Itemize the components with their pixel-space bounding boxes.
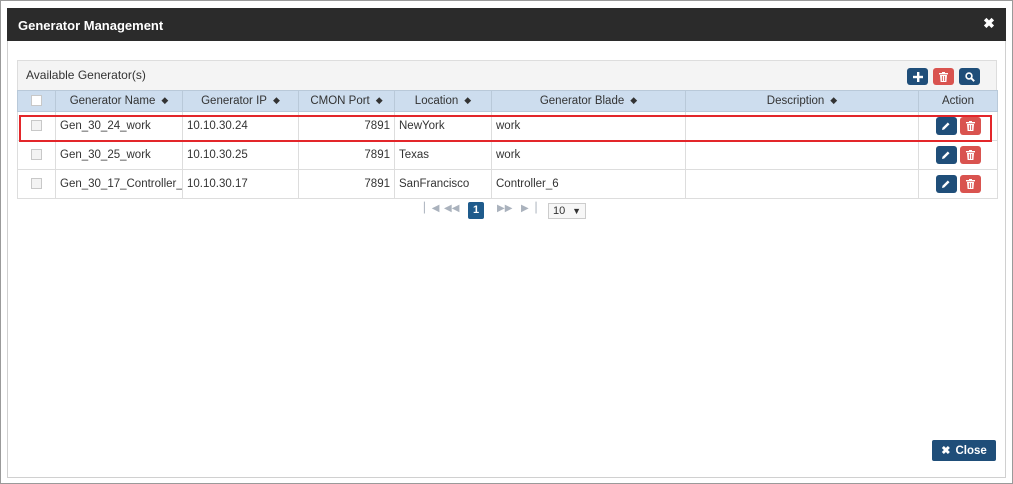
sort-icon: ◆ (161, 95, 169, 106)
pencil-icon (942, 122, 950, 130)
add-generator-button[interactable] (907, 68, 928, 85)
plus-icon (912, 71, 923, 82)
delete-selected-button[interactable] (933, 68, 954, 85)
cell-location: NewYork (394, 111, 492, 141)
delete-button[interactable] (959, 175, 981, 193)
row-checkbox[interactable] (31, 120, 42, 132)
first-page-icon[interactable]: ▏◀ (424, 203, 439, 214)
cell-generator-blade: Controller_6 (491, 169, 686, 199)
cell-location: Texas (394, 140, 492, 170)
dialog-title: Generator Management (18, 18, 164, 33)
cell-actions (918, 169, 998, 199)
delete-button[interactable] (959, 146, 981, 164)
table-header-row: Generator Name ◆ Generator IP ◆ CMON Port ◆… (17, 90, 998, 112)
column-label: CMON Port (310, 95, 370, 107)
table-row[interactable]: Gen_30_25_work 10.10.30.25 7891 Texas wo… (17, 140, 998, 170)
edit-button[interactable] (935, 146, 957, 164)
table-row[interactable]: Gen_30_24_work 10.10.30.24 7891 NewYork … (17, 111, 998, 141)
column-label: Generator Blade (539, 95, 625, 107)
trash-icon (965, 179, 975, 189)
cell-description (685, 111, 919, 141)
row-checkbox[interactable] (31, 178, 42, 190)
sort-icon: ◆ (464, 95, 472, 106)
sort-icon: ◆ (375, 95, 383, 106)
column-label: Generator Name (69, 95, 156, 107)
dialog-header: Generator Management ✖ (7, 8, 1006, 41)
edit-button[interactable] (935, 117, 957, 135)
cell-cmon-port: 7891 (298, 111, 395, 141)
cell-generator-blade: work (491, 111, 686, 141)
select-all-checkbox[interactable] (31, 95, 42, 107)
trash-icon (965, 121, 975, 131)
column-generator-blade[interactable]: Generator Blade ◆ (491, 90, 686, 112)
page-size-select[interactable]: 10 ▼ (548, 203, 586, 219)
trash-icon (965, 150, 975, 160)
row-select-cell (17, 169, 56, 199)
cell-generator-name: Gen_30_24_work (55, 111, 183, 141)
close-button-label: Close (955, 444, 987, 457)
caret-down-icon: ▼ (572, 206, 581, 216)
column-label: Location (414, 95, 459, 107)
edit-button[interactable] (935, 175, 957, 193)
row-select-cell (17, 140, 56, 170)
table-row[interactable]: Gen_30_17_Controller_6 10.10.30.17 7891 … (17, 169, 998, 199)
close-icon[interactable]: ✖ (982, 16, 996, 30)
column-action: Action (918, 90, 998, 112)
sort-icon: ◆ (630, 95, 638, 106)
panel-header: Available Generator(s) (17, 60, 997, 90)
cell-generator-name: Gen_30_17_Controller_6 (55, 169, 183, 199)
column-description[interactable]: Description ◆ (685, 90, 919, 112)
current-page[interactable]: 1 (468, 202, 484, 219)
search-icon (964, 71, 975, 82)
column-cmon-port[interactable]: CMON Port ◆ (298, 90, 395, 112)
trash-icon (939, 71, 948, 82)
cell-generator-ip: 10.10.30.24 (182, 111, 299, 141)
next-page-icon[interactable]: ▶▶ (497, 203, 512, 214)
delete-button[interactable] (959, 117, 981, 135)
sort-icon: ◆ (830, 95, 838, 106)
select-all-header (17, 90, 56, 112)
pencil-icon (942, 180, 950, 188)
cell-generator-name: Gen_30_25_work (55, 140, 183, 170)
cell-cmon-port: 7891 (298, 140, 395, 170)
page-size-value: 10 (553, 205, 566, 217)
generators-panel: Available Generator(s) Generator Name ◆ G… (17, 60, 998, 199)
cell-generator-ip: 10.10.30.25 (182, 140, 299, 170)
sort-icon: ◆ (272, 95, 280, 106)
last-page-icon[interactable]: ▶▕ (521, 203, 536, 214)
close-button[interactable]: ✖ Close (932, 440, 996, 461)
generators-table: Generator Name ◆ Generator IP ◆ CMON Port ◆… (17, 90, 998, 199)
pencil-icon (942, 151, 950, 159)
cell-description (685, 140, 919, 170)
cell-actions (918, 111, 998, 141)
cell-location: SanFrancisco (394, 169, 492, 199)
cell-actions (918, 140, 998, 170)
panel-title: Available Generator(s) (26, 68, 146, 82)
column-label: Description (766, 95, 825, 107)
cell-cmon-port: 7891 (298, 169, 395, 199)
column-label: Generator IP (201, 95, 267, 107)
row-select-cell (17, 111, 56, 141)
cell-generator-blade: work (491, 140, 686, 170)
search-button[interactable] (959, 68, 980, 85)
pagination: ▏◀ ◀◀ 1 ▶▶ ▶▕ 10 ▼ (0, 202, 1013, 220)
cell-description (685, 169, 919, 199)
previous-page-icon[interactable]: ◀◀ (444, 203, 459, 214)
row-checkbox[interactable] (31, 149, 42, 161)
cell-generator-ip: 10.10.30.17 (182, 169, 299, 199)
column-generator-name[interactable]: Generator Name ◆ (55, 90, 183, 112)
column-location[interactable]: Location ◆ (394, 90, 492, 112)
column-generator-ip[interactable]: Generator IP ◆ (182, 90, 299, 112)
close-icon: ✖ (941, 445, 951, 457)
column-label: Action (942, 95, 974, 107)
